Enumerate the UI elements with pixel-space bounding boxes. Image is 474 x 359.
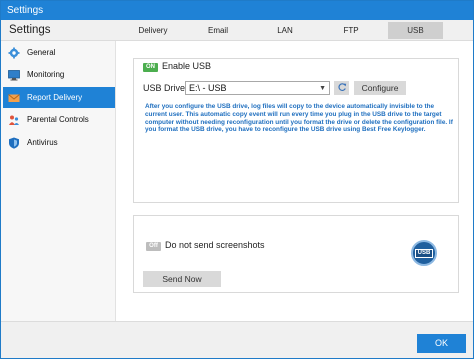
app-title: Settings — [9, 24, 51, 36]
refresh-icon — [337, 82, 347, 94]
configure-button[interactable]: Configure — [354, 81, 406, 95]
sidebar-item-parental-controls[interactable]: Parental Controls — [3, 109, 115, 130]
screenshots-label: Do not send screenshots — [165, 240, 265, 250]
usb-drive-label: USB Drive — [143, 83, 186, 93]
settings-window: Settings Settings Delivery Email LAN FTP… — [0, 0, 474, 359]
send-now-button[interactable]: Send Now — [143, 271, 221, 287]
gear-icon — [8, 47, 20, 59]
envelope-icon — [8, 92, 20, 104]
footer-bar: OK — [1, 321, 473, 358]
ok-button[interactable]: OK — [417, 334, 466, 353]
usb-drive-select[interactable]: E:\ - USB ▼ — [185, 81, 330, 95]
usb-drive-value: E:\ - USB — [189, 83, 227, 93]
tab-ftp[interactable]: FTP — [331, 22, 371, 39]
sidebar-item-report-delivery[interactable]: Report Delivery — [3, 87, 115, 108]
tab-lan[interactable]: LAN — [265, 22, 305, 39]
usb-drive-icon: USB — [411, 240, 437, 266]
enable-usb-toggle[interactable]: ON — [143, 63, 158, 72]
enable-usb-label: Enable USB — [162, 61, 212, 71]
refresh-button[interactable] — [334, 81, 349, 95]
window-title: Settings — [7, 5, 44, 16]
screenshots-panel: Off Do not send screenshots Send Now USB — [133, 215, 459, 293]
usb-badge-text: USB — [414, 248, 434, 258]
usb-settings-panel: ON Enable USB USB Drive E:\ - USB ▼ Conf… — [133, 58, 459, 203]
sidebar: General Monitoring Report Delivery Paren… — [1, 41, 116, 321]
tab-delivery[interactable]: Delivery — [131, 22, 175, 39]
sidebar-item-antivirus[interactable]: Antivirus — [3, 132, 115, 153]
sidebar-item-label: Monitoring — [27, 70, 65, 79]
sidebar-item-general[interactable]: General — [3, 42, 115, 63]
sidebar-item-label: Parental Controls — [27, 115, 89, 124]
sidebar-item-label: Antivirus — [27, 138, 58, 147]
shield-icon — [8, 137, 20, 149]
chevron-down-icon: ▼ — [319, 85, 326, 92]
sidebar-item-label: Report Delivery — [27, 93, 83, 102]
monitor-icon — [8, 69, 20, 81]
tab-email[interactable]: Email — [198, 22, 238, 39]
parental-icon — [8, 114, 20, 126]
sidebar-item-label: General — [27, 48, 56, 57]
sidebar-item-monitoring[interactable]: Monitoring — [3, 64, 115, 85]
usb-info-text: After you configure the USB drive, log f… — [145, 103, 453, 134]
screenshots-toggle[interactable]: Off — [146, 242, 161, 251]
tab-bar: Settings Delivery Email LAN FTP USB — [1, 20, 473, 41]
tab-usb[interactable]: USB — [388, 22, 443, 39]
title-bar: Settings — [1, 1, 473, 20]
